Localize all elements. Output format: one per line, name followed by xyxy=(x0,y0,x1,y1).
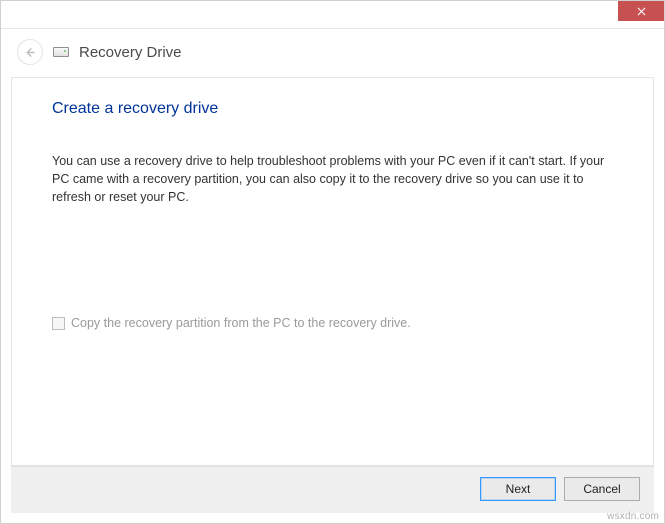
copy-partition-checkbox-label: Copy the recovery partition from the PC … xyxy=(71,316,411,330)
page-description: You can use a recovery drive to help tro… xyxy=(52,152,612,206)
page-heading: Create a recovery drive xyxy=(52,100,613,118)
window-title: Recovery Drive xyxy=(79,44,182,61)
header-row: Recovery Drive xyxy=(1,29,664,77)
content-frame: Create a recovery drive You can use a re… xyxy=(11,77,654,466)
close-icon xyxy=(637,7,646,16)
watermark-text: wsxdn.com xyxy=(607,511,659,522)
copy-partition-checkbox-row: Copy the recovery partition from the PC … xyxy=(52,316,613,330)
drive-icon xyxy=(53,47,69,57)
cancel-button[interactable]: Cancel xyxy=(564,477,640,501)
content-body: Create a recovery drive You can use a re… xyxy=(12,78,653,465)
close-button[interactable] xyxy=(618,1,664,21)
back-arrow-icon xyxy=(24,46,37,59)
titlebar xyxy=(1,1,664,29)
next-button[interactable]: Next xyxy=(480,477,556,501)
wizard-button-bar: Next Cancel xyxy=(11,466,654,513)
back-button[interactable] xyxy=(17,39,43,65)
wizard-window: Recovery Drive Create a recovery drive Y… xyxy=(0,0,665,524)
copy-partition-checkbox xyxy=(52,317,65,330)
